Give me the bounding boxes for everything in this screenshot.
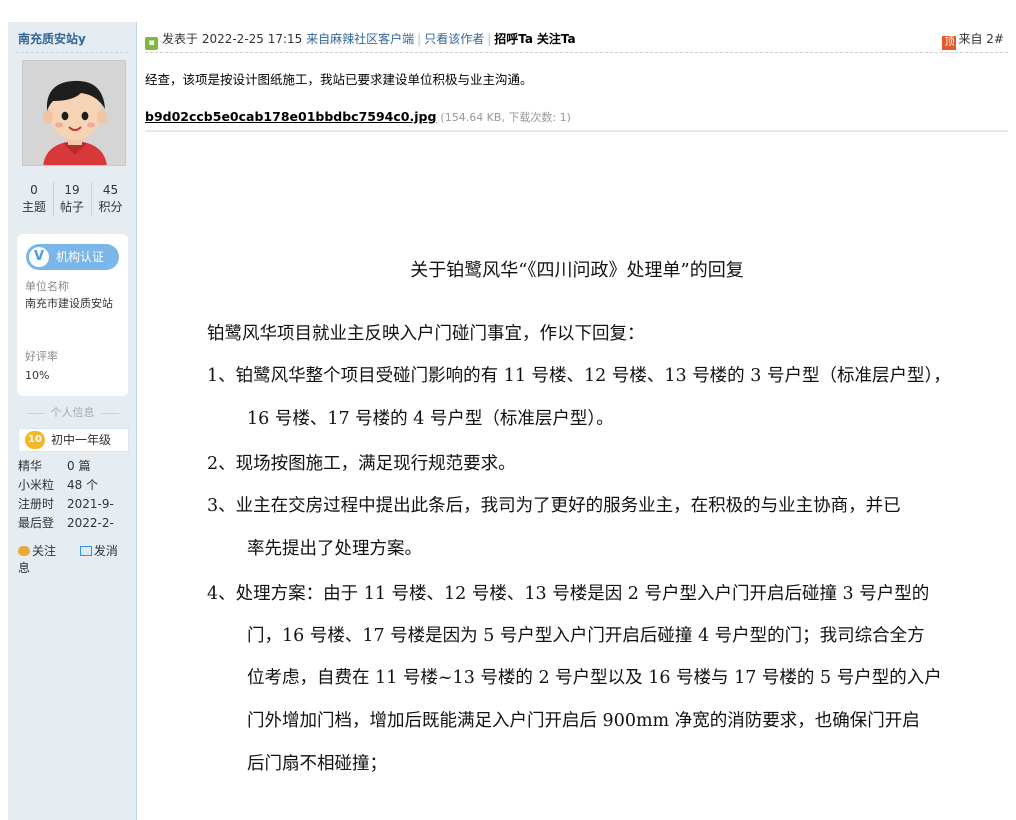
rating-label: 好评率 [25,350,58,363]
field-last-login-value: 2022-2- [67,516,114,530]
stat-posts[interactable]: 19 帖子 [54,182,92,216]
attachment-link[interactable]: b9d02ccb5e0cab178e01bbdbc7594c0.jpg [145,109,436,124]
stat-posts-label: 帖子 [59,200,84,214]
post-icon: ▪ [145,37,158,50]
field-millet-value: 48 个 [67,478,99,492]
stat-topics-label: 主题 [21,200,46,214]
field-registered-value: 2021-9- [67,497,114,511]
sidebar-divider [16,52,128,53]
field-registered: 注册时 2021-9- [18,496,114,513]
unit-name-value: 南充市建设质安站 [25,297,113,310]
field-last-login: 最后登 2022-2- [18,515,114,532]
field-millet-key: 小米粒 [18,478,55,492]
author-sidebar: 南充质安站y 0 主题 19 帖子 45 积分 V 机构认证 单位名称 南充市建… [8,22,137,820]
document-title: 关于铂鹭风华“《四川问政》处理单”的回复 [410,260,744,281]
verified-v-icon: V [29,247,49,267]
author-name-link[interactable]: 南充质安站y [18,30,86,47]
level-label: 初中一年级 [51,433,112,447]
unit-name-label: 单位名称 [25,280,69,293]
stat-points-label: 积分 [98,200,123,214]
user-level: 10 初中一年级 [18,428,129,452]
document-line: 铂鹭风华项目就业主反映入户门碰门事宜，作以下回复： [207,324,645,344]
document-line: 门外增加门档，增加后既能满足入户门开启后 900mm 净宽的消防要求，也确保门开… [247,711,920,731]
follow-label: 关注 [32,544,57,558]
document-line: 后门扇不相碰撞； [247,754,387,774]
post-body: ▪ 发表于 2022-2-25 17:15 来自麻辣社区客户端 | 只看该作者 | 招呼T… [137,22,1016,820]
document-line: 门，16 号楼、17 号楼是因为 5 号户型入户门开启后碰撞 4 号户型的门；我… [247,626,925,646]
document-line: 率先提出了处理方案。 [247,539,422,559]
certification-badge: V 机构认证 [26,244,119,270]
level-badge-icon: 10 [25,431,45,449]
follow-author-link[interactable]: 关注Ta [537,32,576,46]
follow-icon [18,546,30,556]
field-millet: 小米粒 48 个 [18,477,98,494]
field-essence-key: 精华 [18,459,43,473]
post-meta: ▪ 发表于 2022-2-25 17:15 来自麻辣社区客户端 | 只看该作者 | 招呼T… [145,30,1008,50]
stat-points[interactable]: 45 积分 [92,182,130,216]
meta-divider [145,52,1008,53]
field-registered-key: 注册时 [18,497,55,511]
attached-document-image[interactable]: 关于铂鹭风华“《四川问政》处理单”的回复 铂鹭风华项目就业主反映入户门碰门事宜，… [145,134,1009,820]
document-line: 4、处理方案：由于 11 号楼、12 号楼、13 号楼是因 2 号户型入户门开启… [207,584,930,604]
post-message: 经查，该项是按设计图纸施工，我站已要求建设单位积极与业主沟通。 [145,72,533,87]
floor-label: 来自 2# [958,32,1004,46]
rating-value: 10% [25,369,50,382]
document-line: 3、业主在交房过程中提出此条后，我司为了更好的服务业主，在积极的与业主协商，并已 [207,496,901,516]
document-line: 2、现场按图施工，满足现行规范要求。 [207,454,516,474]
stat-posts-value: 19 [64,183,80,197]
document-line: 16 号楼、17 号楼的 4 号户型（标准层户型）。 [247,409,614,429]
author-actions: 关注 发消息 [18,542,136,576]
envelope-icon [79,546,92,556]
meta-separator: | [417,32,422,46]
client-source-link[interactable]: 来自麻辣社区客户端 [306,32,414,46]
only-author-link[interactable]: 只看该作者 [424,32,484,46]
author-stats: 0 主题 19 帖子 45 积分 [8,182,137,216]
document-line: 1、铂鹭风华整个项目受碰门影响的有 11 号楼、12 号楼、13 号楼的 3 号… [207,366,951,386]
stat-topics-value: 0 [30,183,38,197]
posted-at: 发表于 2022-2-25 17:15 [162,32,303,46]
floor-number[interactable]: 顶来自 2# [942,30,1004,50]
attachment-divider [145,130,1008,132]
attachment-meta: (154.64 KB, 下载次数: 1) [440,111,571,124]
field-essence: 精华 0 篇 [18,458,90,475]
field-essence-value: 0 篇 [67,459,91,473]
field-last-login-key: 最后登 [18,516,55,530]
floor-badge-icon: 顶 [942,36,957,50]
stat-points-value: 45 [102,183,119,197]
avatar[interactable] [22,60,126,166]
greet-link[interactable]: 招呼Ta [494,32,533,46]
follow-button[interactable]: 关注 [18,544,66,558]
avatar-cartoon-icon [23,61,125,165]
attachment: b9d02ccb5e0cab178e01bbdbc7594c0.jpg (154… [145,109,571,125]
document-line: 位考虑，自费在 11 号楼~13 号楼的 2 号户型以及 16 号楼与 17 号… [247,668,942,688]
personal-info-heading: 个人信息 [8,404,137,420]
stat-topics[interactable]: 0 主题 [16,182,54,216]
meta-separator: | [487,32,492,46]
certification-card: V 机构认证 单位名称 南充市建设质安站 好评率 10% [17,234,128,396]
certification-badge-label: 机构认证 [56,250,105,264]
